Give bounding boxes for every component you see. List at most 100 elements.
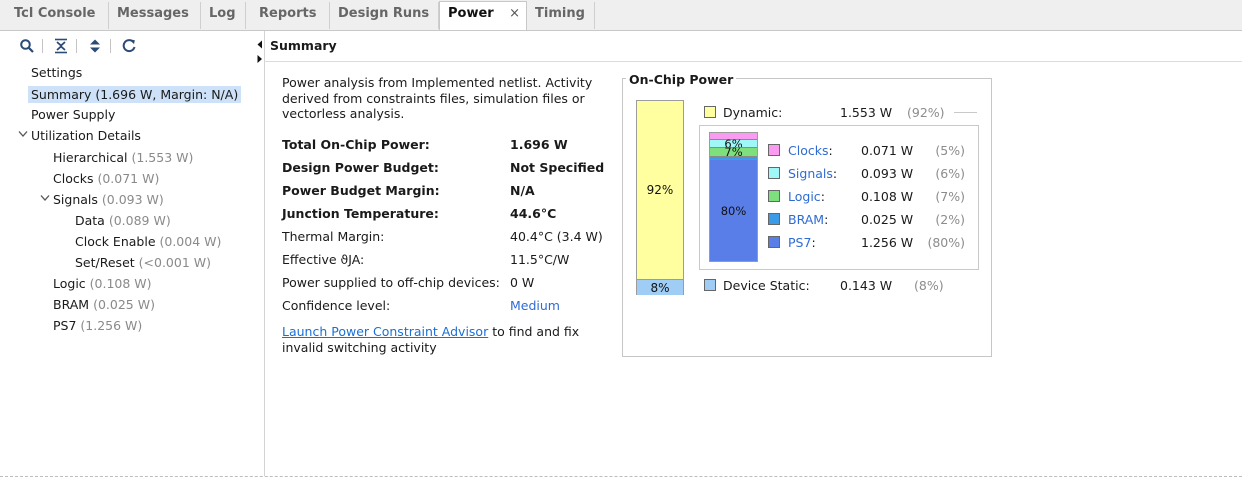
tree-item-logic-value: (0.108 W) xyxy=(89,276,152,291)
tree-item-hierarchical-label: Hierarchical xyxy=(53,150,128,165)
tab-design-runs[interactable]: Design Runs xyxy=(330,2,439,29)
tab-messages[interactable]: Messages xyxy=(109,2,201,29)
tree-item-data[interactable]: Data (0.089 W) xyxy=(75,213,171,228)
tab-tcl-console[interactable]: Tcl Console xyxy=(6,2,109,29)
tree-item-bram-label: BRAM xyxy=(53,297,90,312)
thermal-margin-label: Thermal Margin: xyxy=(282,229,385,244)
page-title: Summary xyxy=(270,38,337,53)
expand-all-icon[interactable] xyxy=(85,36,105,56)
tab-timing[interactable]: Timing xyxy=(527,2,595,29)
dynamic-label: Dynamic: xyxy=(723,105,783,120)
tree-item-set-reset-value: (<0.001 W) xyxy=(138,255,211,270)
ps7-legend-item: PS7: xyxy=(788,235,816,250)
static-swatch xyxy=(704,279,716,291)
tree-item-logic-label: Logic xyxy=(53,276,86,291)
tree-item-ps7-value: (1.256 W) xyxy=(80,318,143,333)
total-power-label: Total On-Chip Power: xyxy=(282,137,430,152)
refresh-icon[interactable] xyxy=(119,36,139,56)
chevron-down-icon[interactable] xyxy=(18,130,28,141)
tab-power-label: Power xyxy=(448,6,494,21)
dynamic-percent: (92%) xyxy=(907,105,945,120)
tree-item-clock-enable-label: Clock Enable xyxy=(75,234,156,249)
close-icon[interactable]: × xyxy=(509,2,520,26)
logic-swatch xyxy=(768,190,780,202)
tree-item-signals[interactable]: Signals (0.093 W) xyxy=(53,192,164,207)
tree-toolbar xyxy=(8,31,264,60)
confidence-value-link[interactable]: Medium xyxy=(510,298,560,313)
clocks-colon: : xyxy=(828,143,833,158)
chevron-down-icon[interactable] xyxy=(40,194,50,205)
bram-value: 0.025 W xyxy=(861,212,914,227)
bram-link[interactable]: BRAM xyxy=(788,212,824,227)
tree-item-utilization-details[interactable]: Utilization Details xyxy=(31,128,141,143)
collapse-all-icon[interactable] xyxy=(51,36,71,56)
tree-item-set-reset-label: Set/Reset xyxy=(75,255,135,270)
search-icon[interactable] xyxy=(17,36,37,56)
dynamic-swatch xyxy=(704,106,716,118)
bram-colon: : xyxy=(824,212,829,227)
static-value: 0.143 W xyxy=(840,278,893,293)
tree-item-clocks-label: Clocks xyxy=(53,171,94,186)
dynamic-breakdown-bar: 6% 7% 80% xyxy=(709,132,758,262)
tree-item-bram-value: (0.025 W) xyxy=(93,297,155,312)
pane-bottom-border xyxy=(0,476,1242,477)
ps7-link[interactable]: PS7 xyxy=(788,235,811,250)
tree-item-power-supply[interactable]: Power Supply xyxy=(31,107,115,122)
ps7-colon: : xyxy=(811,235,816,250)
tree-item-bram[interactable]: BRAM (0.025 W) xyxy=(53,297,155,312)
tree-item-ps7-label: PS7 xyxy=(53,318,77,333)
tree-item-ps7[interactable]: PS7 (1.256 W) xyxy=(53,318,142,333)
clocks-percent: (5%) xyxy=(935,143,965,158)
tab-reports[interactable]: Reports xyxy=(251,2,330,29)
logic-legend-item: Logic: xyxy=(788,189,825,204)
tree-item-summary[interactable]: Summary (1.696 W, Margin: N/A) xyxy=(28,86,242,103)
clocks-value: 0.071 W xyxy=(861,143,914,158)
dynamic-bar-segment-ps7: 80% xyxy=(710,159,757,261)
tree-item-hierarchical[interactable]: Hierarchical (1.553 W) xyxy=(53,150,193,165)
ps7-value: 1.256 W xyxy=(861,235,914,250)
collapse-pane-icon[interactable] xyxy=(256,40,264,67)
tree-item-data-value: (0.089 W) xyxy=(108,213,171,228)
dynamic-bar-segment-logic: 7% xyxy=(710,145,757,159)
tree-item-data-label: Data xyxy=(75,213,105,228)
bracket-line xyxy=(954,112,977,113)
thermal-margin-value: 40.4°C (3.4 W) xyxy=(510,229,603,244)
onchip-power-title: On-Chip Power xyxy=(626,72,737,87)
budget-margin-value: N/A xyxy=(510,183,535,198)
signals-value: 0.093 W xyxy=(861,166,914,181)
junction-temp-label: Junction Temperature: xyxy=(282,206,439,221)
total-power-value: 1.696 W xyxy=(510,137,568,152)
tree-item-hierarchical-value: (1.553 W) xyxy=(131,150,194,165)
tab-strip: Tcl Console Messages Log Reports Design … xyxy=(0,0,1242,31)
onchip-bar-segment: 8% xyxy=(637,279,683,295)
tree-item-clocks[interactable]: Clocks (0.071 W) xyxy=(53,171,159,186)
bram-percent: (2%) xyxy=(935,212,965,227)
power-constraint-advisor-link[interactable]: Launch Power Constraint Advisor xyxy=(282,324,488,339)
signals-percent: (6%) xyxy=(935,166,965,181)
bram-swatch xyxy=(768,213,780,225)
ps7-swatch xyxy=(768,236,780,248)
clocks-legend-item: Clocks: xyxy=(788,143,833,158)
tree-item-settings[interactable]: Settings xyxy=(31,65,82,80)
power-budget-value: Not Specified xyxy=(510,160,605,175)
tab-log[interactable]: Log xyxy=(201,2,246,29)
logic-colon: : xyxy=(820,189,825,204)
signals-link[interactable]: Signals xyxy=(788,166,833,181)
junction-temp-value: 44.6°C xyxy=(510,206,557,221)
dynamic-value: 1.553 W xyxy=(840,105,893,120)
power-budget-label: Design Power Budget: xyxy=(282,160,439,175)
offchip-power-value: 0 W xyxy=(510,275,535,290)
tree-item-clock-enable[interactable]: Clock Enable (0.004 W) xyxy=(75,234,221,249)
clocks-link[interactable]: Clocks xyxy=(788,143,828,158)
tree-item-clocks-value: (0.071 W) xyxy=(97,171,160,186)
logic-value: 0.108 W xyxy=(861,189,914,204)
signals-legend-item: Signals: xyxy=(788,166,837,181)
budget-margin-label: Power Budget Margin: xyxy=(282,183,440,198)
offchip-power-label: Power supplied to off-chip devices: xyxy=(282,275,500,290)
bram-legend-item: BRAM: xyxy=(788,212,828,227)
divider xyxy=(264,61,1242,62)
tree-item-set-reset[interactable]: Set/Reset (<0.001 W) xyxy=(75,255,211,270)
tab-power[interactable]: Power × xyxy=(439,1,527,30)
logic-link[interactable]: Logic xyxy=(788,189,821,204)
tree-item-logic[interactable]: Logic (0.108 W) xyxy=(53,276,152,291)
